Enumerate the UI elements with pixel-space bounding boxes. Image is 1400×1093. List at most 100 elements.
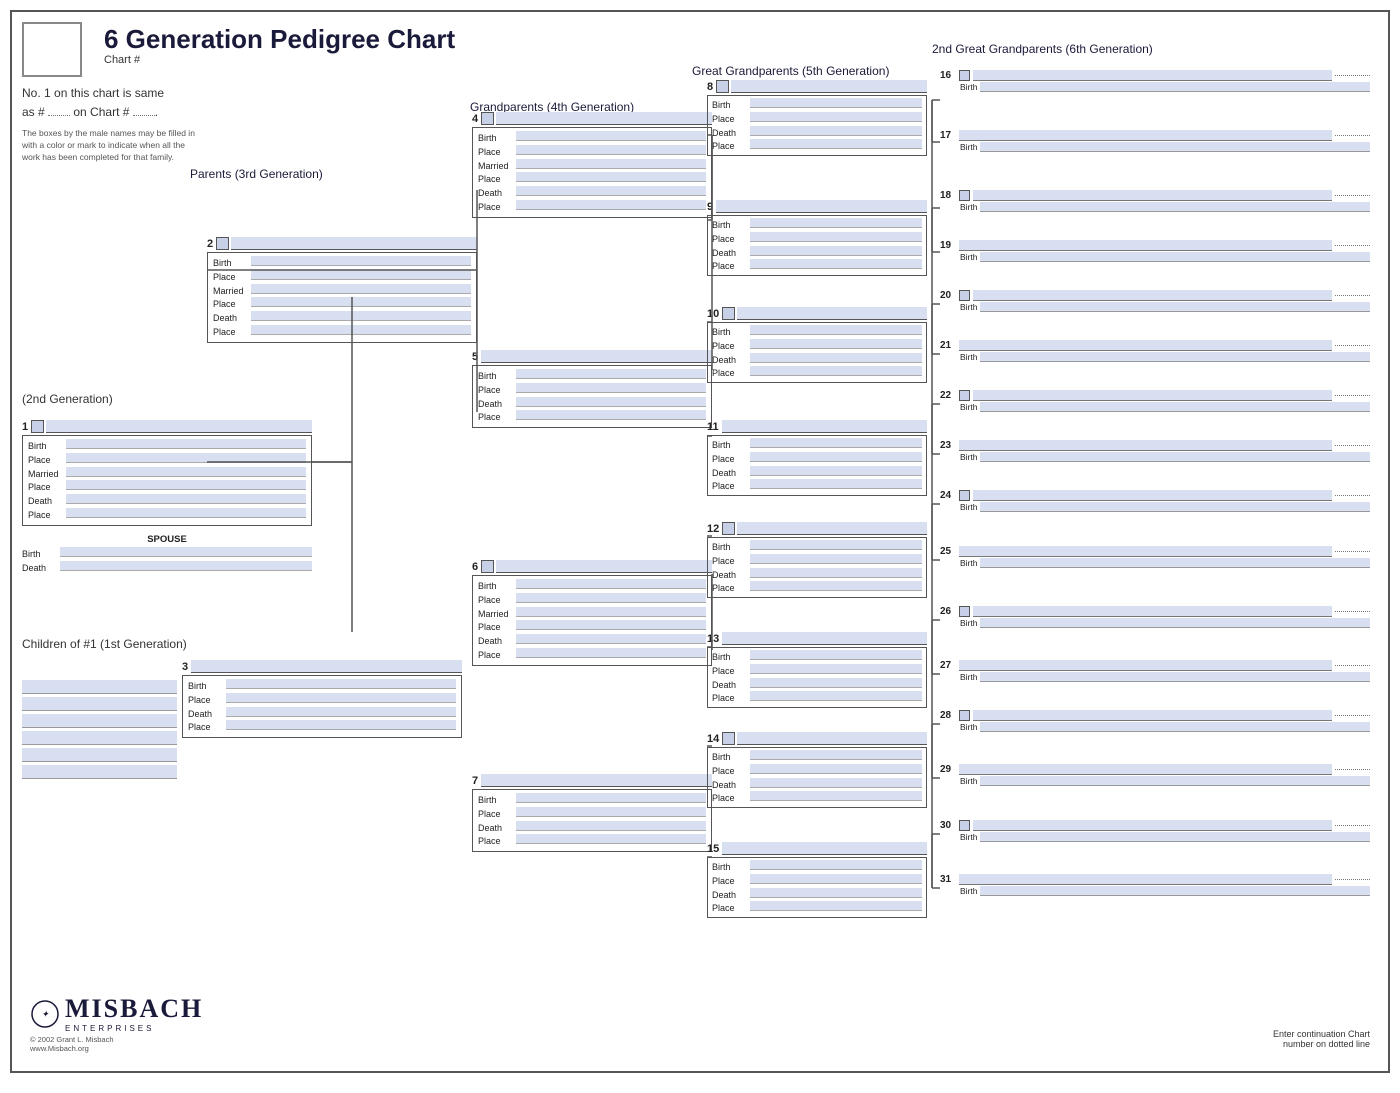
p24-name[interactable] [973,490,1332,501]
p5-place[interactable] [516,383,706,393]
p21-name[interactable] [959,340,1332,351]
p7-death[interactable] [516,821,706,831]
p2-married[interactable] [251,284,471,294]
p10-death[interactable] [750,353,922,363]
p27-cont[interactable] [1335,665,1370,666]
p28-name[interactable] [973,710,1332,721]
p19-name[interactable] [959,240,1332,251]
p26-cont[interactable] [1335,611,1370,612]
p9-birth[interactable] [750,218,922,228]
p20-name[interactable] [973,290,1332,301]
person-14-name[interactable] [737,732,927,745]
no1-num-input[interactable] [48,115,70,116]
person-1-name[interactable] [46,420,312,433]
p29-cont[interactable] [1335,769,1370,770]
p31-name[interactable] [959,874,1332,885]
p11-death-place[interactable] [750,479,922,489]
p15-death[interactable] [750,888,922,898]
p7-death-place[interactable] [516,834,706,844]
p4-birth[interactable] [516,131,706,141]
child-line-6[interactable] [22,765,177,779]
p1-married-place[interactable] [66,480,306,490]
p12-birth[interactable] [750,540,922,550]
p13-birth[interactable] [750,650,922,660]
p25-cont[interactable] [1335,551,1370,552]
p31-birth[interactable] [980,886,1370,896]
person-11-name[interactable] [722,420,927,433]
p2-place[interactable] [251,270,471,280]
p16-birth[interactable] [980,82,1370,92]
p14-birth[interactable] [750,750,922,760]
p2-married-place[interactable] [251,297,471,307]
spouse-death[interactable] [60,561,312,571]
person-2-name[interactable] [231,237,477,250]
p10-death-place[interactable] [750,366,922,376]
child-line-4[interactable] [22,731,177,745]
no1-chart-input[interactable] [133,115,155,116]
p25-birth[interactable] [980,558,1370,568]
p23-name[interactable] [959,440,1332,451]
p12-death-place[interactable] [750,581,922,591]
p14-death-place[interactable] [750,791,922,801]
p2-death[interactable] [251,311,471,321]
p3-place[interactable] [226,693,456,703]
p11-death[interactable] [750,466,922,476]
p16-cont[interactable] [1335,75,1370,76]
p4-death-place[interactable] [516,200,706,210]
p14-place[interactable] [750,764,922,774]
spouse-birth[interactable] [60,547,312,557]
p10-birth[interactable] [750,325,922,335]
person-6-name[interactable] [496,560,712,573]
child-line-1[interactable] [22,680,177,694]
p30-cont[interactable] [1335,825,1370,826]
p17-birth[interactable] [980,142,1370,152]
p8-place[interactable] [750,112,922,122]
person-10-name[interactable] [737,307,927,320]
p15-birth[interactable] [750,860,922,870]
p29-birth[interactable] [980,776,1370,786]
p11-birth[interactable] [750,438,922,448]
p2-birth[interactable] [251,256,471,266]
p6-death[interactable] [516,634,706,644]
p28-birth[interactable] [980,722,1370,732]
p13-death-place[interactable] [750,691,922,701]
person-13-name[interactable] [722,632,927,645]
p4-death[interactable] [516,186,706,196]
child-line-2[interactable] [22,697,177,711]
p25-name[interactable] [959,546,1332,557]
p20-cont[interactable] [1335,295,1370,296]
p7-birth[interactable] [516,793,706,803]
p23-birth[interactable] [980,452,1370,462]
person-12-name[interactable] [737,522,927,535]
p6-married-place[interactable] [516,620,706,630]
p1-birth[interactable] [66,439,306,449]
p8-death[interactable] [750,126,922,136]
p22-cont[interactable] [1335,395,1370,396]
p5-death-place[interactable] [516,410,706,420]
p6-place[interactable] [516,593,706,603]
p27-name[interactable] [959,660,1332,671]
p1-death[interactable] [66,494,306,504]
p28-cont[interactable] [1335,715,1370,716]
person-5-name[interactable] [481,350,712,363]
p24-cont[interactable] [1335,495,1370,496]
p1-birth-place[interactable] [66,453,306,463]
person-7-name[interactable] [481,774,712,787]
p1-married[interactable] [66,467,306,477]
p31-cont[interactable] [1335,879,1370,880]
p9-death-place[interactable] [750,259,922,269]
p11-place[interactable] [750,452,922,462]
p10-place[interactable] [750,339,922,349]
p16-name[interactable] [973,70,1332,81]
p7-place[interactable] [516,807,706,817]
p24-birth[interactable] [980,502,1370,512]
p30-birth[interactable] [980,832,1370,842]
p14-death[interactable] [750,778,922,788]
p15-place[interactable] [750,874,922,884]
p19-cont[interactable] [1335,245,1370,246]
p22-birth[interactable] [980,402,1370,412]
p29-name[interactable] [959,764,1332,775]
p2-death-place[interactable] [251,325,471,335]
p17-cont[interactable] [1335,135,1370,136]
p18-name[interactable] [973,190,1332,201]
